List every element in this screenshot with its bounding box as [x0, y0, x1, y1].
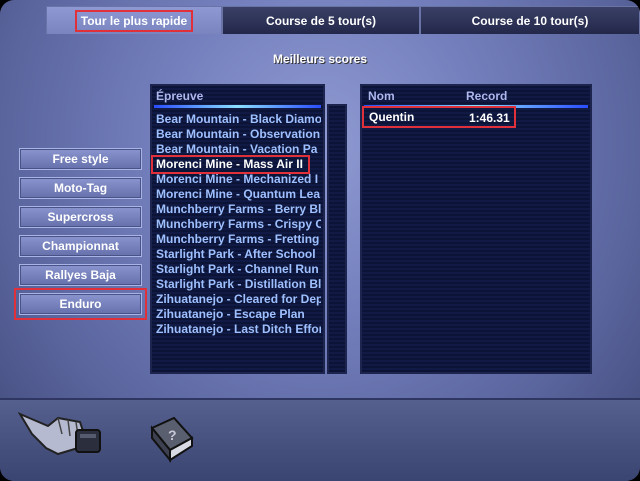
mode-label: Free style — [52, 152, 109, 166]
score-row[interactable]: Quentin 1:46.31 — [362, 106, 516, 128]
tab-label: Course de 10 tour(s) — [471, 13, 589, 28]
mode-enduro-button[interactable]: Enduro — [14, 288, 147, 320]
score-header: Nom Record — [362, 86, 590, 104]
mode-moto-tag-button[interactable]: Moto-Tag — [19, 177, 142, 199]
event-list-item[interactable]: Morenci Mine - Mass Air II — [151, 155, 310, 174]
game-window: Tour le plus rapide Course de 5 tour(s) … — [0, 0, 640, 481]
event-list-item[interactable]: Morenci Mine - Quantum Lea — [156, 187, 321, 202]
event-list-scrollbar[interactable] — [327, 104, 347, 374]
pointing-hand-icon[interactable] — [17, 404, 104, 460]
mode-label: Rallyes Baja — [45, 268, 116, 282]
header-divider — [154, 105, 321, 108]
mode-championnat-button[interactable]: Championnat — [19, 235, 142, 257]
event-list-item[interactable]: Bear Mountain - Vacation Pa — [156, 142, 321, 157]
name-column-header: Nom — [368, 89, 395, 103]
event-list-item[interactable]: Starlight Park - Channel Run — [156, 262, 321, 277]
event-list-item[interactable]: Zihuatanejo - Last Ditch Effor — [156, 322, 321, 337]
mode-label: Supercross — [47, 210, 114, 224]
score-record: 1:46.31 — [469, 111, 510, 125]
event-list-item[interactable]: Starlight Park - Distillation Bl — [156, 277, 321, 292]
mode-label: Championnat — [42, 239, 119, 253]
event-header-label: Épreuve — [156, 89, 204, 103]
event-list-panel: Épreuve Bear Mountain - Black Diamo Bear … — [150, 84, 325, 374]
section-title: Meilleurs scores — [272, 52, 368, 66]
tab-fastest-lap[interactable]: Tour le plus rapide — [46, 6, 222, 34]
event-list-item[interactable]: Bear Mountain - Black Diamo — [156, 112, 321, 127]
mode-label: Moto-Tag — [53, 181, 108, 195]
event-list-item[interactable]: Munchberry Farms - Crispy C — [156, 217, 321, 232]
tab-bar: Tour le plus rapide Course de 5 tour(s) … — [0, 0, 640, 34]
svg-text:?: ? — [168, 427, 177, 443]
event-list-item[interactable]: Bear Mountain - Observation — [156, 127, 321, 142]
tab-5-laps[interactable]: Course de 5 tour(s) — [222, 6, 420, 34]
event-list-item[interactable]: Morenci Mine - Mechanized I — [156, 172, 321, 187]
tab-label: Tour le plus rapide — [74, 9, 194, 32]
score-name: Quentin — [369, 110, 415, 124]
score-panel: Nom Record Quentin 1:46.31 — [360, 84, 592, 374]
event-list-header: Épreuve — [152, 86, 323, 104]
mode-supercross-button[interactable]: Supercross — [19, 206, 142, 228]
tab-label: Course de 5 tour(s) — [265, 13, 376, 28]
event-list-item[interactable]: Munchberry Farms - Berry Bl — [156, 202, 321, 217]
event-list-item[interactable]: Zihuatanejo - Cleared for Dep — [156, 292, 321, 307]
mode-rallyes-baja-button[interactable]: Rallyes Baja — [19, 264, 142, 286]
event-list-item[interactable]: Munchberry Farms - Fretting — [156, 232, 321, 247]
event-list-item[interactable]: Zihuatanejo - Escape Plan — [156, 307, 321, 322]
tab-10-laps[interactable]: Course de 10 tour(s) — [420, 6, 640, 34]
mode-free-style-button[interactable]: Free style — [19, 148, 142, 170]
event-list: Bear Mountain - Black Diamo Bear Mountain… — [151, 112, 321, 337]
mode-label: Enduro — [59, 297, 102, 311]
record-column-header: Record — [466, 89, 508, 103]
help-book-icon[interactable]: ? — [148, 416, 194, 464]
event-list-item[interactable]: Starlight Park - After School — [156, 247, 321, 262]
